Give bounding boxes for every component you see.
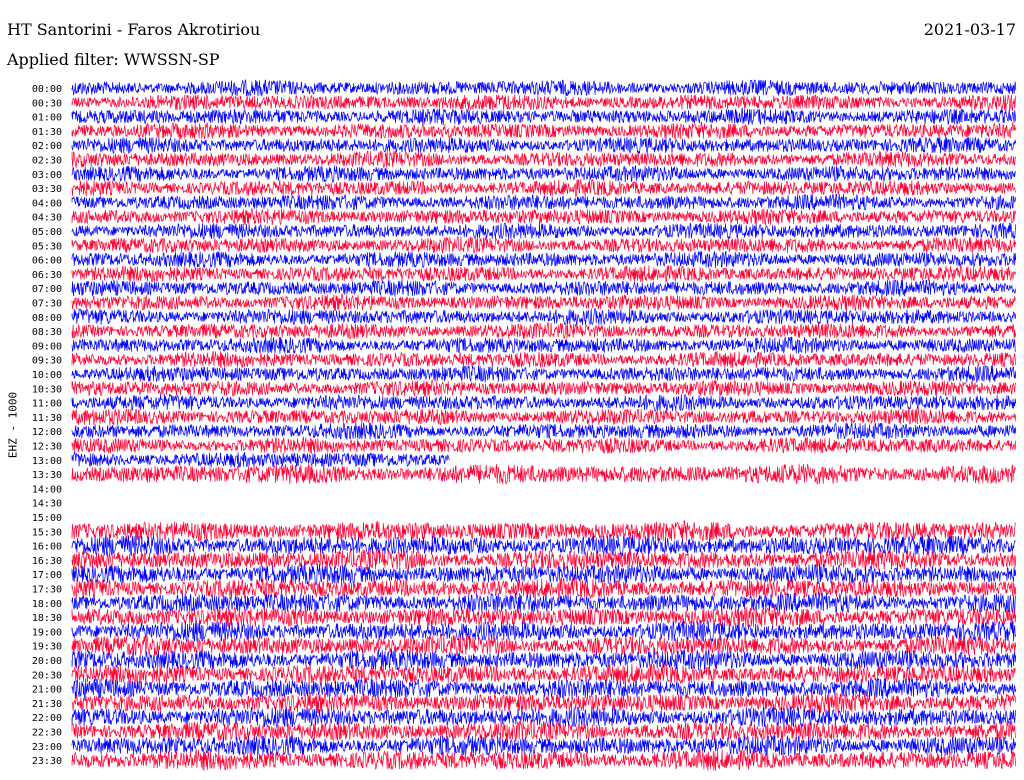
row-time-label: 11:30 xyxy=(32,413,62,424)
seismic-trace-0000 xyxy=(71,79,1017,97)
row-time-label: 09:00 xyxy=(32,341,62,352)
seismic-trace-0130 xyxy=(71,121,1017,140)
row-time-label: 20:30 xyxy=(32,670,62,681)
seismic-trace-0400 xyxy=(71,193,1017,212)
channel-axis-label: EHZ - 1000 xyxy=(6,391,20,459)
row-time-label: 18:30 xyxy=(32,613,62,624)
row-time-label: 10:00 xyxy=(32,370,62,381)
row-time-label: 01:00 xyxy=(32,113,62,124)
row-time-label: 01:30 xyxy=(32,127,62,138)
row-time-label: 17:00 xyxy=(32,570,62,581)
row-time-label: 17:30 xyxy=(32,585,62,596)
row-time-label: 22:00 xyxy=(32,713,62,724)
row-time-label: 16:00 xyxy=(32,542,62,553)
row-label-layer: 00:00 00:30 01:00 01:30 02:00 02:30 03:00 03:30… xyxy=(32,84,62,767)
row-time-label: 11:00 xyxy=(32,399,62,410)
row-time-label: 21:00 xyxy=(32,685,62,696)
row-time-label: 06:30 xyxy=(32,270,62,281)
row-time-label: 00:00 xyxy=(32,84,62,95)
row-time-label: 02:30 xyxy=(32,156,62,167)
seismic-trace-0200 xyxy=(71,136,1017,155)
row-time-label: 00:30 xyxy=(32,98,62,109)
row-time-label: 04:30 xyxy=(32,213,62,224)
seismic-trace-1530 xyxy=(71,520,1016,543)
row-time-label: 20:00 xyxy=(32,656,62,667)
row-time-label: 08:00 xyxy=(32,313,62,324)
seismic-trace-1630 xyxy=(71,549,1017,571)
seismic-trace-0700 xyxy=(71,278,1017,297)
seismic-trace-0800 xyxy=(71,307,1017,326)
seismic-trace-0730 xyxy=(71,293,1016,312)
seismic-trace-1930 xyxy=(71,634,1017,657)
row-time-label: 04:00 xyxy=(32,198,62,209)
seismic-trace-2000 xyxy=(71,649,1017,671)
seismic-trace-0930 xyxy=(71,350,1017,369)
seismic-trace-1000 xyxy=(71,364,1017,383)
row-time-label: 06:00 xyxy=(32,256,62,267)
row-time-label: 10:30 xyxy=(32,384,62,395)
seismic-trace-0830 xyxy=(71,321,1017,340)
seismic-trace-0330 xyxy=(71,178,1017,198)
seismic-trace-0500 xyxy=(71,222,1017,240)
row-time-label: 12:30 xyxy=(32,442,62,453)
filter-label: Applied filter: WWSSN-SP xyxy=(7,50,220,69)
seismic-trace-0300 xyxy=(71,164,1016,183)
row-time-label: 05:30 xyxy=(32,241,62,252)
seismic-trace-2330 xyxy=(71,748,1017,771)
seismic-trace-1030 xyxy=(71,378,1017,397)
helicorder-page: 00:00 00:30 01:00 01:30 02:00 02:30 03:00 03:30… xyxy=(0,0,1024,780)
row-time-label: 13:00 xyxy=(32,456,62,467)
seismic-trace-1230 xyxy=(71,436,1017,454)
row-time-label: 16:30 xyxy=(32,556,62,567)
seismic-trace-1300 xyxy=(71,451,450,468)
seismic-trace-1330 xyxy=(71,463,1017,486)
row-time-label: 18:00 xyxy=(32,599,62,610)
row-time-label: 03:30 xyxy=(32,184,62,195)
row-time-label: 21:30 xyxy=(32,699,62,710)
seismic-trace-0530 xyxy=(71,236,1017,254)
row-time-label: 12:00 xyxy=(32,427,62,438)
helicorder-plot: 00:00 00:30 01:00 01:30 02:00 02:30 03:00 03:30… xyxy=(32,79,1017,771)
row-time-label: 03:00 xyxy=(32,170,62,181)
seismic-trace-2300 xyxy=(71,734,1017,757)
row-time-label: 05:00 xyxy=(32,227,62,238)
seismic-trace-1200 xyxy=(71,422,1017,441)
seismic-trace-0030 xyxy=(71,94,1017,112)
trace-layer xyxy=(71,79,1017,771)
row-time-label: 08:30 xyxy=(32,327,62,338)
row-time-label: 07:00 xyxy=(32,284,62,295)
seismic-trace-0630 xyxy=(71,264,1017,284)
seismic-trace-1130 xyxy=(71,407,1017,426)
row-time-label: 22:30 xyxy=(32,728,62,739)
row-time-label: 15:00 xyxy=(32,513,62,524)
seismic-trace-1900 xyxy=(71,620,1017,643)
row-time-label: 09:30 xyxy=(32,356,62,367)
row-time-label: 15:30 xyxy=(32,527,62,538)
row-time-label: 02:00 xyxy=(32,141,62,152)
date-label: 2021-03-17 xyxy=(923,20,1016,39)
row-time-label: 14:30 xyxy=(32,499,62,510)
seismic-trace-0600 xyxy=(71,250,1017,269)
row-time-label: 13:30 xyxy=(32,470,62,481)
station-title: HT Santorini - Faros Akrotiriou xyxy=(7,20,261,39)
row-time-label: 23:00 xyxy=(32,742,62,753)
row-time-label: 19:30 xyxy=(32,642,62,653)
seismic-trace-0100 xyxy=(71,107,1017,126)
row-time-label: 07:30 xyxy=(32,299,62,310)
row-time-label: 19:00 xyxy=(32,627,62,638)
seismic-trace-1100 xyxy=(71,393,1017,412)
row-time-label: 14:00 xyxy=(32,484,62,495)
seismic-trace-0430 xyxy=(71,207,1017,226)
row-time-label: 23:30 xyxy=(32,756,62,767)
seismic-trace-0230 xyxy=(71,150,1017,169)
